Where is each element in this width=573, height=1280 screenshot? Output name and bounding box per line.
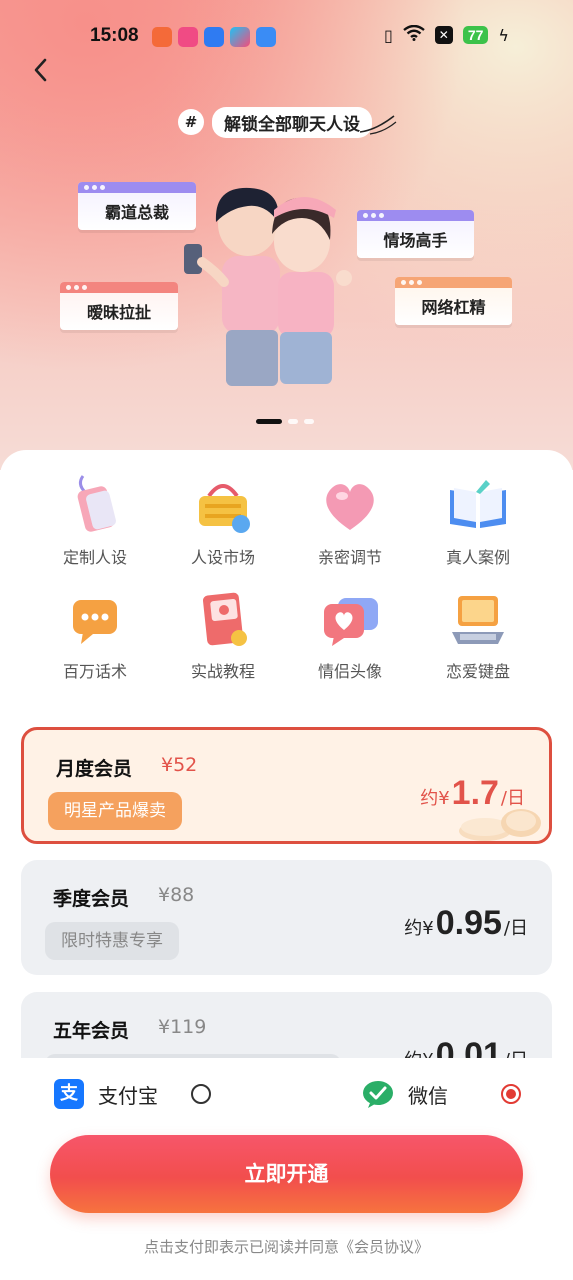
plan-name: 季度会员 — [53, 888, 130, 910]
heart-chat-icon — [324, 598, 378, 646]
pay-option-alipay[interactable]: 支 支付宝 — [54, 1077, 158, 1111]
charging-icon: ϟ — [498, 25, 509, 45]
hero-banner: 15:08 ▯ ✕ 77 ϟ # 解锁全部聊天人设 霸道总裁 情场高手 暧昧拉扯… — [0, 0, 573, 470]
tutorial-book-icon — [202, 592, 247, 646]
feature-label: 人设市场 — [190, 548, 255, 567]
agreement-label[interactable]: 点击支付即表示已阅读并同意《会员协议》 — [144, 1238, 429, 1256]
plan-badge: 明星产品爆卖 — [48, 792, 182, 830]
daily-amount: 0.95 — [435, 904, 502, 942]
plan-name: 五年会员 — [53, 1020, 130, 1042]
plan-badge: 限时特惠专享 — [45, 922, 179, 960]
couple-illustration — [184, 187, 352, 386]
feature-label: 亲密调节 — [317, 548, 382, 567]
wechat-icon — [363, 1081, 393, 1108]
status-time: 15:08 — [90, 25, 139, 46]
alipay-radio[interactable] — [191, 1084, 211, 1104]
app-icon-2 — [178, 27, 198, 47]
feature-real-cases[interactable]: 真人案例 — [418, 474, 538, 568]
status-app-icons — [152, 27, 276, 47]
carousel-dot[interactable] — [256, 419, 282, 424]
plan-daily-price: 约¥ 0.95 /日 — [404, 904, 528, 943]
heart-icon — [326, 484, 374, 530]
swoosh-decoration — [359, 115, 397, 135]
persona-tag-label: 网络杠精 — [421, 298, 486, 317]
activate-button[interactable]: 立即开通 — [50, 1135, 523, 1213]
persona-tag-label: 情场高手 — [383, 231, 448, 250]
persona-tag-label: 暧昧拉扯 — [86, 303, 151, 322]
carousel-dot[interactable] — [304, 419, 314, 424]
carousel-indicator — [256, 419, 314, 424]
battery-indicator: 77 — [462, 26, 489, 44]
feature-label: 真人案例 — [445, 548, 510, 567]
wechat-label: 微信 — [408, 1083, 448, 1108]
feature-tutorials[interactable]: 实战教程 — [163, 588, 283, 682]
hash-icon: # — [178, 109, 204, 135]
shopping-basket-icon — [199, 484, 250, 533]
feature-love-keyboard[interactable]: 恋爱键盘 — [418, 588, 538, 682]
daily-prefix: 约¥ — [420, 788, 450, 809]
app-icon-1 — [152, 27, 172, 47]
coins-decoration — [459, 809, 541, 841]
plan-price: ¥88 — [158, 884, 195, 906]
feature-custom-persona[interactable]: 定制人设 — [35, 474, 155, 568]
feature-couple-avatars[interactable]: 情侣头像 — [290, 588, 410, 682]
feature-label: 百万话术 — [62, 662, 127, 681]
plan-price: ¥52 — [161, 754, 198, 776]
chat-bubble-icon — [73, 600, 117, 644]
persona-tag-troll: 网络杠精 — [395, 277, 512, 325]
app-icon-4 — [230, 27, 250, 47]
phone-lanyard-icon — [77, 475, 116, 532]
daily-prefix: 约¥ — [404, 918, 434, 939]
plan-price: ¥119 — [158, 1016, 207, 1038]
laptop-icon — [452, 596, 504, 644]
feature-label: 定制人设 — [62, 548, 127, 567]
back-button[interactable] — [30, 56, 54, 84]
wechat-radio[interactable] — [501, 1084, 521, 1104]
hero-tagline: # 解锁全部聊天人设 — [178, 106, 398, 138]
feature-intimacy-adjust[interactable]: 亲密调节 — [290, 474, 410, 568]
pay-option-wechat[interactable]: 微信 — [362, 1077, 448, 1111]
app-icon-3 — [204, 27, 224, 47]
plan-monthly[interactable]: 月度会员 ¥52 明星产品爆卖 约¥ 1.7 /日 — [21, 727, 552, 844]
feature-label: 恋爱键盘 — [445, 662, 510, 681]
plan-name: 月度会员 — [56, 758, 133, 780]
feature-label: 情侣头像 — [317, 662, 382, 681]
alipay-label: 支付宝 — [98, 1083, 158, 1108]
wifi-icon — [403, 24, 425, 45]
feature-persona-market[interactable]: 人设市场 — [163, 474, 283, 568]
agreement-text[interactable]: 点击支付即表示已阅读并同意《会员协议》 — [0, 1236, 573, 1257]
app-icon-5 — [256, 27, 276, 47]
feature-label: 实战教程 — [190, 662, 255, 681]
open-book-icon — [450, 480, 506, 528]
status-bar: 15:08 ▯ ✕ 77 ϟ — [0, 22, 573, 52]
tagline-text: 解锁全部聊天人设 — [212, 106, 372, 138]
persona-tag-player: 情场高手 — [357, 210, 474, 258]
chevron-left-icon — [34, 58, 47, 82]
alipay-icon: 支 — [54, 1079, 84, 1109]
plan-quarterly[interactable]: 季度会员 ¥88 限时特惠专享 约¥ 0.95 /日 — [21, 860, 552, 975]
vibrate-icon: ▯ — [384, 25, 393, 45]
daily-suffix: /日 — [503, 918, 528, 939]
persona-tag-flirt: 暧昧拉扯 — [60, 282, 178, 330]
carousel-dot[interactable] — [288, 419, 298, 424]
no-sim-icon: ✕ — [434, 26, 453, 44]
feature-million-scripts[interactable]: 百万话术 — [35, 588, 155, 682]
